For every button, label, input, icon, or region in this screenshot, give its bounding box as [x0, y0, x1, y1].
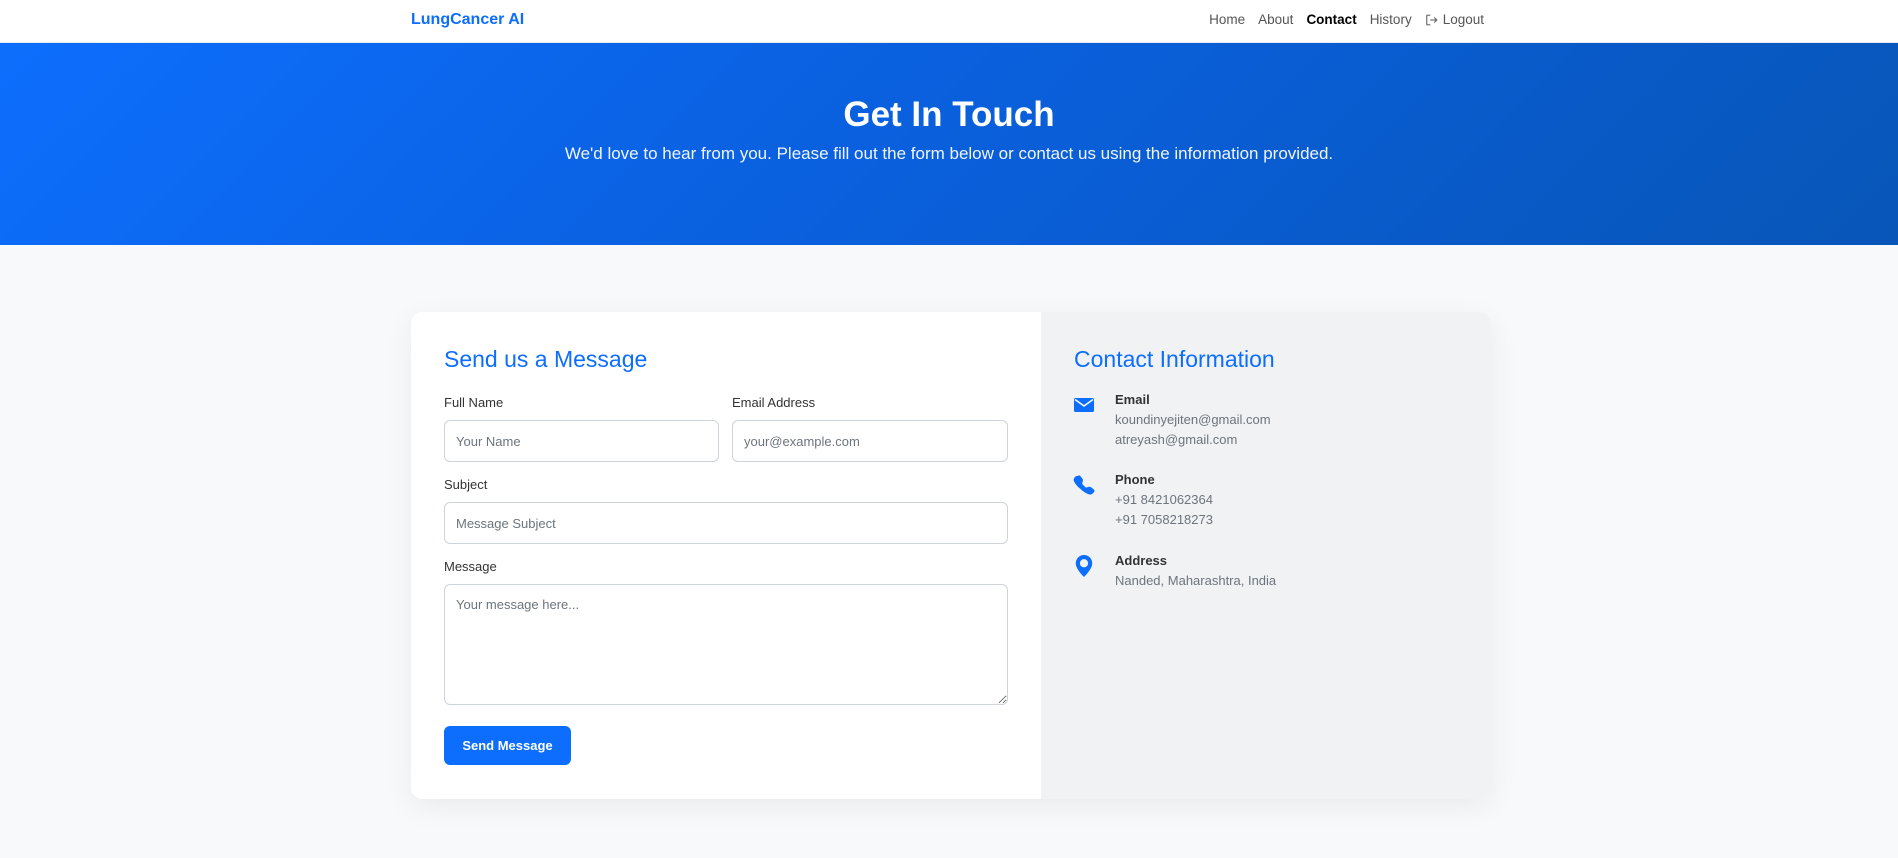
email-line[interactable]: koundinyejiten@gmail.com: [1115, 412, 1271, 427]
logout-icon: [1425, 14, 1438, 25]
page-title: Get In Touch: [843, 95, 1055, 134]
phone-icon: [1073, 475, 1095, 495]
email-info-label: Email: [1115, 392, 1150, 407]
phone-line[interactable]: +91 8421062364: [1115, 492, 1213, 507]
map-pin-icon: [1075, 555, 1093, 577]
nav-link-logout[interactable]: Logout: [1425, 12, 1484, 27]
send-message-button[interactable]: Send Message: [444, 726, 571, 765]
logout-label: Logout: [1442, 12, 1484, 27]
nav-link-about[interactable]: About: [1258, 12, 1293, 27]
nav-link-contact[interactable]: Contact: [1306, 12, 1356, 27]
navbar: LungCancer AI Home About Contact History…: [0, 0, 1898, 43]
email-label: Email Address: [732, 395, 816, 410]
message-form-panel: Send us a Message Full Name Email Addres…: [411, 312, 1041, 799]
nav-link-home[interactable]: Home: [1209, 12, 1245, 27]
address-line: Nanded, Maharashtra, India: [1115, 573, 1277, 588]
subject-input[interactable]: [444, 502, 1008, 544]
form-title: Send us a Message: [444, 346, 648, 372]
contact-info-title: Contact Information: [1074, 346, 1275, 372]
message-label: Message: [444, 559, 497, 574]
email-input[interactable]: [732, 420, 1008, 462]
hero-subtitle: We'd love to hear from you. Please fill …: [564, 144, 1334, 163]
message-textarea[interactable]: [444, 584, 1008, 705]
contact-info-panel: Contact Information Email koundinyejiten…: [1041, 312, 1491, 799]
phone-line[interactable]: +91 7058218273: [1115, 512, 1213, 527]
envelope-icon: [1074, 398, 1094, 412]
brand-logo[interactable]: LungCancer AI: [411, 11, 524, 29]
nav-link-history[interactable]: History: [1370, 12, 1412, 27]
hero-banner: Get In Touch We'd love to hear from you.…: [0, 43, 1898, 245]
nav-links: Home About Contact History Logout: [1209, 12, 1484, 27]
contact-card: Send us a Message Full Name Email Addres…: [411, 312, 1491, 799]
full-name-input[interactable]: [444, 420, 719, 462]
email-line[interactable]: atreyash@gmail.com: [1115, 432, 1237, 447]
address-info-label: Address: [1115, 553, 1168, 568]
phone-info-label: Phone: [1115, 472, 1155, 487]
subject-label: Subject: [444, 477, 488, 492]
full-name-label: Full Name: [444, 395, 504, 410]
